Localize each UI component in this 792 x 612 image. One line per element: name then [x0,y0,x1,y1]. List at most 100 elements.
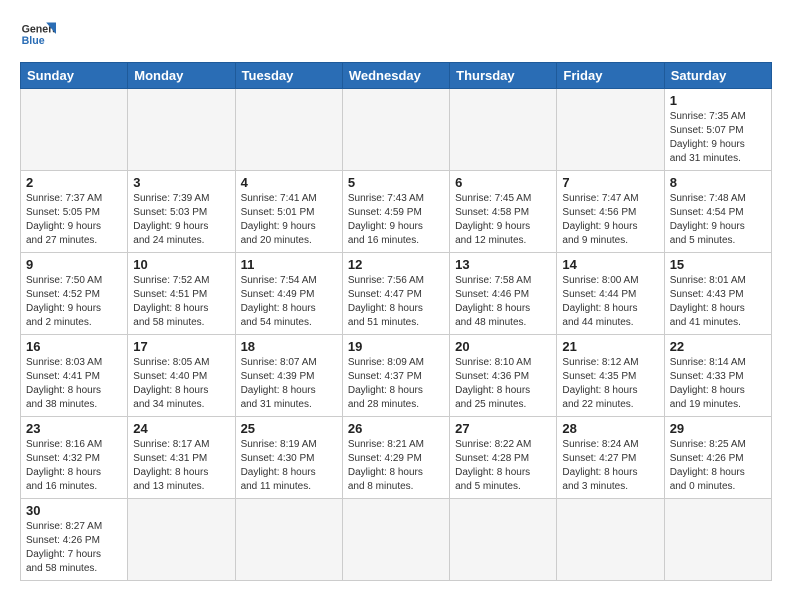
day-info: Sunrise: 8:05 AM Sunset: 4:40 PM Dayligh… [133,356,229,412]
day-info: Sunrise: 7:50 AM Sunset: 4:52 PM Dayligh… [26,274,122,330]
day-info: Sunrise: 8:07 AM Sunset: 4:39 PM Dayligh… [241,356,337,412]
day-number: 27 [455,421,551,436]
calendar-cell [235,89,342,171]
header: General Blue [20,16,772,52]
calendar-row-4: 23 Sunrise: 8:16 AM Sunset: 4:32 PM Dayli… [21,417,772,499]
day-info: Sunrise: 7:43 AM Sunset: 4:59 PM Dayligh… [348,192,444,248]
calendar-cell: 12 Sunrise: 7:56 AM Sunset: 4:47 PM Dayli… [342,253,449,335]
day-number: 18 [241,339,337,354]
day-number: 10 [133,257,229,272]
day-number: 29 [670,421,766,436]
day-info: Sunrise: 7:41 AM Sunset: 5:01 PM Dayligh… [241,192,337,248]
calendar-cell: 17 Sunrise: 8:05 AM Sunset: 4:40 PM Dayli… [128,335,235,417]
day-info: Sunrise: 7:58 AM Sunset: 4:46 PM Dayligh… [455,274,551,330]
calendar-cell: 5Sunrise: 7:43 AM Sunset: 4:59 PM Daylig… [342,171,449,253]
calendar-cell [450,89,557,171]
day-number: 6 [455,175,551,190]
day-number: 17 [133,339,229,354]
calendar-cell [235,499,342,581]
calendar-cell: 19 Sunrise: 8:09 AM Sunset: 4:37 PM Dayli… [342,335,449,417]
calendar-cell: 25Sunrise: 8:19 AM Sunset: 4:30 PM Dayli… [235,417,342,499]
day-number: 7 [562,175,658,190]
calendar-row-2: 9Sunrise: 7:50 AM Sunset: 4:52 PM Daylig… [21,253,772,335]
weekday-header-saturday: Saturday [664,63,771,89]
day-number: 16 [26,339,122,354]
calendar-cell: 21Sunrise: 8:12 AM Sunset: 4:35 PM Dayli… [557,335,664,417]
calendar-cell: 11 Sunrise: 7:54 AM Sunset: 4:49 PM Dayli… [235,253,342,335]
calendar-cell [557,89,664,171]
calendar-cell: 13 Sunrise: 7:58 AM Sunset: 4:46 PM Dayli… [450,253,557,335]
day-info: Sunrise: 8:01 AM Sunset: 4:43 PM Dayligh… [670,274,766,330]
calendar-cell [342,499,449,581]
weekday-header-monday: Monday [128,63,235,89]
calendar-cell: 22 Sunrise: 8:14 AM Sunset: 4:33 PM Dayli… [664,335,771,417]
logo: General Blue [20,16,56,52]
calendar-cell: 3 Sunrise: 7:39 AM Sunset: 5:03 PM Daylig… [128,171,235,253]
day-info: Sunrise: 8:25 AM Sunset: 4:26 PM Dayligh… [670,438,766,494]
day-info: Sunrise: 8:22 AM Sunset: 4:28 PM Dayligh… [455,438,551,494]
day-info: Sunrise: 7:35 AM Sunset: 5:07 PM Dayligh… [670,110,766,166]
calendar-cell: 9Sunrise: 7:50 AM Sunset: 4:52 PM Daylig… [21,253,128,335]
day-info: Sunrise: 8:10 AM Sunset: 4:36 PM Dayligh… [455,356,551,412]
calendar-cell: 18 Sunrise: 8:07 AM Sunset: 4:39 PM Dayli… [235,335,342,417]
calendar-cell [21,89,128,171]
day-number: 2 [26,175,122,190]
weekday-header-row: SundayMondayTuesdayWednesdayThursdayFrid… [21,63,772,89]
calendar-row-1: 2Sunrise: 7:37 AM Sunset: 5:05 PM Daylig… [21,171,772,253]
calendar-cell: 15 Sunrise: 8:01 AM Sunset: 4:43 PM Dayli… [664,253,771,335]
page: General Blue SundayMondayTuesdayWednesda… [0,0,792,597]
day-number: 11 [241,257,337,272]
day-number: 4 [241,175,337,190]
calendar-table: SundayMondayTuesdayWednesdayThursdayFrid… [20,62,772,581]
calendar-cell: 30 Sunrise: 8:27 AM Sunset: 4:26 PM Dayli… [21,499,128,581]
calendar-cell: 26Sunrise: 8:21 AM Sunset: 4:29 PM Dayli… [342,417,449,499]
calendar-cell: 27 Sunrise: 8:22 AM Sunset: 4:28 PM Dayli… [450,417,557,499]
calendar-cell [128,89,235,171]
day-info: Sunrise: 7:45 AM Sunset: 4:58 PM Dayligh… [455,192,551,248]
calendar-cell [128,499,235,581]
calendar-cell [557,499,664,581]
day-number: 3 [133,175,229,190]
calendar-cell: 20Sunrise: 8:10 AM Sunset: 4:36 PM Dayli… [450,335,557,417]
day-info: Sunrise: 8:19 AM Sunset: 4:30 PM Dayligh… [241,438,337,494]
day-number: 21 [562,339,658,354]
svg-text:Blue: Blue [22,35,45,47]
calendar-cell: 16Sunrise: 8:03 AM Sunset: 4:41 PM Dayli… [21,335,128,417]
weekday-header-tuesday: Tuesday [235,63,342,89]
day-number: 24 [133,421,229,436]
day-info: Sunrise: 7:39 AM Sunset: 5:03 PM Dayligh… [133,192,229,248]
calendar-cell: 8Sunrise: 7:48 AM Sunset: 4:54 PM Daylig… [664,171,771,253]
day-info: Sunrise: 7:54 AM Sunset: 4:49 PM Dayligh… [241,274,337,330]
day-info: Sunrise: 7:47 AM Sunset: 4:56 PM Dayligh… [562,192,658,248]
day-number: 26 [348,421,444,436]
day-info: Sunrise: 7:48 AM Sunset: 4:54 PM Dayligh… [670,192,766,248]
calendar-cell: 10Sunrise: 7:52 AM Sunset: 4:51 PM Dayli… [128,253,235,335]
calendar-cell [664,499,771,581]
weekday-header-friday: Friday [557,63,664,89]
day-info: Sunrise: 8:09 AM Sunset: 4:37 PM Dayligh… [348,356,444,412]
day-number: 13 [455,257,551,272]
day-number: 1 [670,93,766,108]
day-number: 22 [670,339,766,354]
day-number: 23 [26,421,122,436]
day-info: Sunrise: 7:56 AM Sunset: 4:47 PM Dayligh… [348,274,444,330]
day-number: 15 [670,257,766,272]
day-info: Sunrise: 8:27 AM Sunset: 4:26 PM Dayligh… [26,520,122,576]
calendar-row-5: 30 Sunrise: 8:27 AM Sunset: 4:26 PM Dayli… [21,499,772,581]
calendar-cell [342,89,449,171]
weekday-header-wednesday: Wednesday [342,63,449,89]
day-number: 30 [26,503,122,518]
calendar-row-3: 16Sunrise: 8:03 AM Sunset: 4:41 PM Dayli… [21,335,772,417]
day-number: 14 [562,257,658,272]
weekday-header-sunday: Sunday [21,63,128,89]
weekday-header-thursday: Thursday [450,63,557,89]
calendar-cell: 23 Sunrise: 8:16 AM Sunset: 4:32 PM Dayli… [21,417,128,499]
day-number: 19 [348,339,444,354]
calendar-cell: 24Sunrise: 8:17 AM Sunset: 4:31 PM Dayli… [128,417,235,499]
calendar-cell: 29 Sunrise: 8:25 AM Sunset: 4:26 PM Dayli… [664,417,771,499]
generalblue-logo-icon: General Blue [20,16,56,52]
calendar-row-0: 1 Sunrise: 7:35 AM Sunset: 5:07 PM Daylig… [21,89,772,171]
day-info: Sunrise: 8:14 AM Sunset: 4:33 PM Dayligh… [670,356,766,412]
day-info: Sunrise: 8:16 AM Sunset: 4:32 PM Dayligh… [26,438,122,494]
day-number: 12 [348,257,444,272]
